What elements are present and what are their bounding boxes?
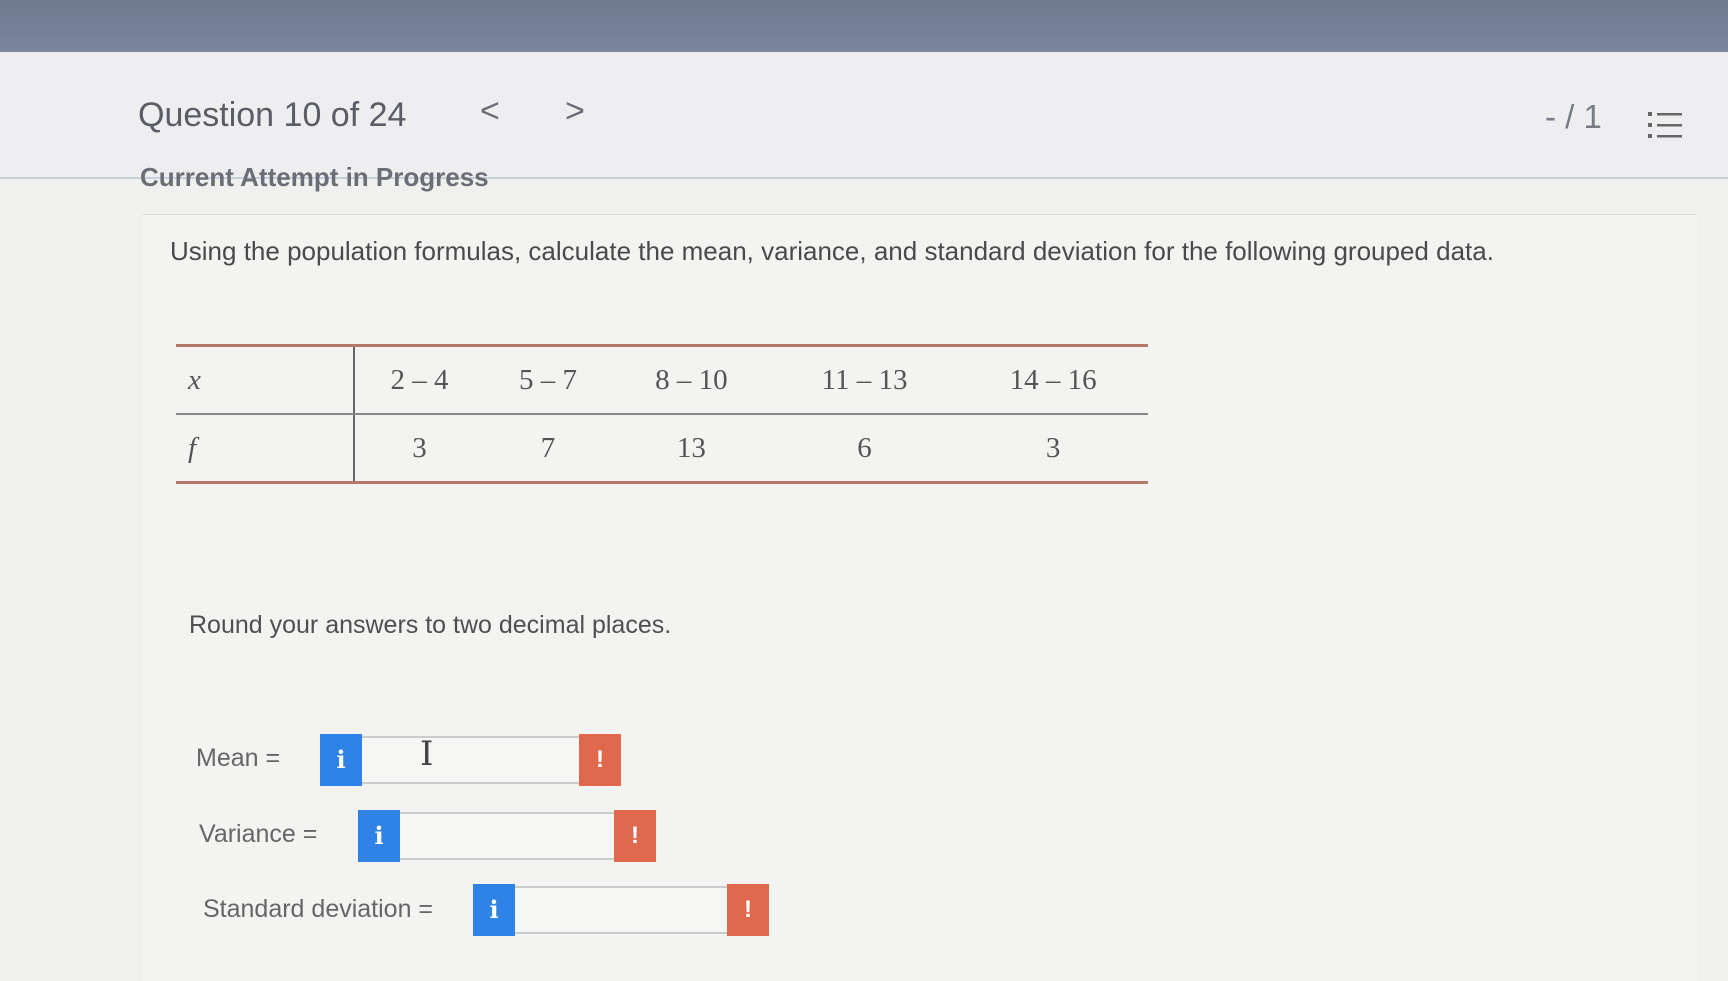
x-label: x [176,345,355,415]
frequency-cell: 3 [412,431,427,464]
next-question-icon[interactable]: > [565,92,585,131]
table-row: f 3 7 13 6 3 [176,414,1148,483]
rounding-instruction: Round your answers to two decimal places… [189,611,672,639]
frequency-cell: 7 [540,431,556,464]
frequency-cell: 6 [857,431,872,464]
question-counter: Question 10 of 24 [138,96,407,134]
previous-question-icon[interactable]: < [480,92,500,131]
class-cell: 5 – 7 [484,345,612,415]
text-cursor-icon: I [420,734,434,774]
browser-top-bar [0,0,1728,58]
variance-warning-icon[interactable]: ! [614,810,656,862]
attempt-status: Current Attempt in Progress [140,166,489,192]
variance-input[interactable] [400,812,614,860]
table-row: x 2 – 4 5 – 7 8 – 10 11 – 13 14 – 16 [176,345,1148,415]
standard-deviation-input[interactable] [515,886,727,934]
grouped-data-table: x 2 – 4 5 – 7 8 – 10 11 – 13 14 – 16 f 3… [176,344,1148,484]
variance-label: Variance = [199,820,318,848]
mean-label: Mean = [196,744,281,772]
variance-info-icon[interactable]: i [358,810,400,862]
question-prompt: Using the population formulas, calculate… [170,236,1494,266]
standard-deviation-warning-icon[interactable]: ! [727,884,769,936]
question-header: Question 10 of 24 < > - / 1 [0,52,1728,179]
question-card [142,214,1697,981]
question-list-icon[interactable] [1648,110,1682,140]
class-cell: 11 – 13 [770,345,959,415]
frequency-cell: 13 [676,431,706,464]
score-display: - / 1 [1545,98,1602,135]
class-cell: 14 – 16 [958,345,1148,415]
mean-info-icon[interactable]: i [320,734,362,786]
frequency-cell: 3 [1045,431,1061,464]
class-cell: 2 – 4 [354,345,485,415]
mean-input[interactable] [362,736,579,784]
standard-deviation-label: Standard deviation = [203,895,434,923]
f-label: f [176,414,355,483]
class-cell: 8 – 10 [611,345,771,415]
mean-warning-icon[interactable]: ! [579,734,621,786]
standard-deviation-info-icon[interactable]: i [473,884,515,936]
